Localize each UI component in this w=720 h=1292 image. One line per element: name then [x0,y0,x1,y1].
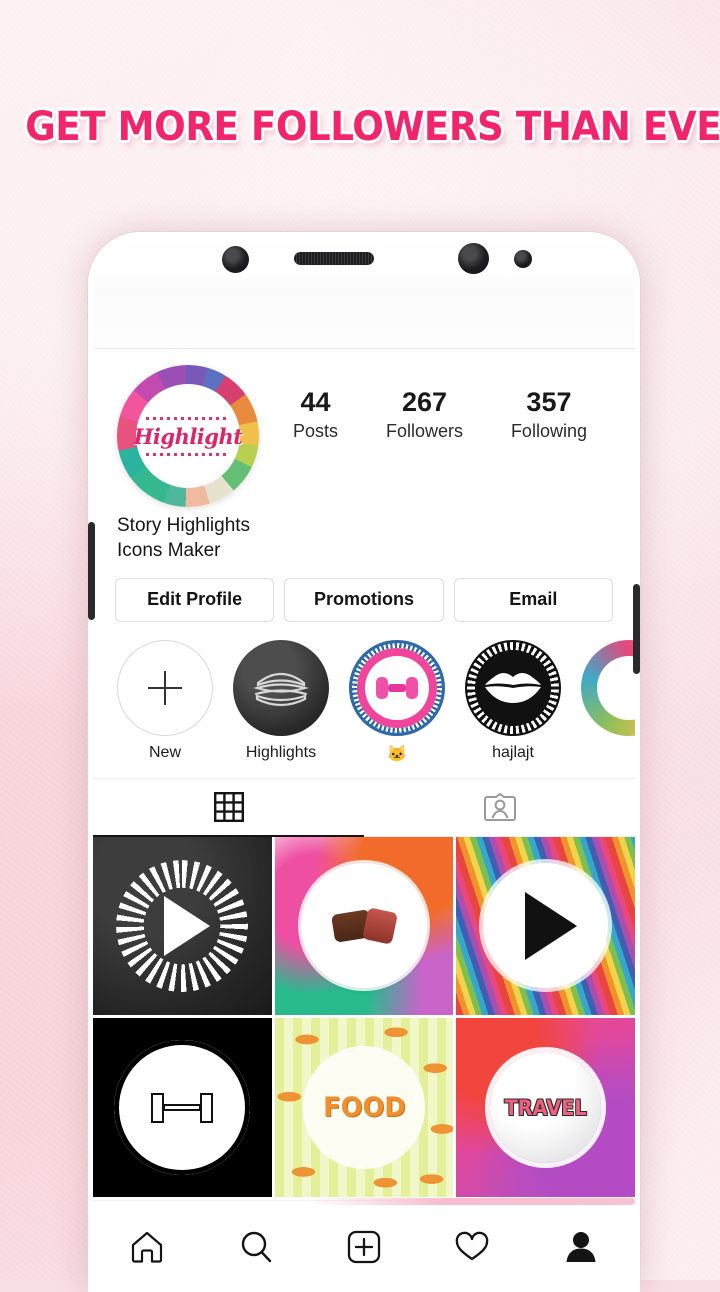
highlight-item-gym[interactable]: 🐱 [349,639,445,764]
avatar[interactable]: Highlight [117,365,259,507]
person-icon [566,1231,596,1262]
camera-icon [222,246,249,273]
highlight-label: 🐱 [387,745,407,763]
bottom-navigation [93,1198,635,1292]
phone-bezel [88,232,640,287]
food-label: FOOD [322,1092,406,1124]
profile-tabs [93,779,635,837]
tagged-icon [483,792,516,822]
grid-post-chalkboard-play[interactable] [93,836,272,1016]
search-icon [241,1231,271,1262]
avatar-inner: Highlight [133,384,243,488]
stat-following[interactable]: 357 Following [511,387,587,442]
highlight-item-highlights[interactable]: Highlights [233,639,329,764]
tab-grid[interactable] [93,779,364,837]
stat-posts[interactable]: 44 Posts [293,387,338,442]
highlight-item-new[interactable]: New [117,639,213,764]
status-bar [93,287,635,349]
email-button[interactable]: Email [453,577,613,622]
avatar-script-text: Highlight [133,423,243,449]
profile-stats: 44 Posts 267 Followers 357 Following [259,365,611,442]
grid-post-gym-dumbbell[interactable] [93,1018,272,1197]
highlight-label: Highlights [245,743,317,761]
stat-posts-number: 44 [300,387,331,417]
heart-icon [456,1231,489,1260]
proximity-sensor-icon [514,250,532,268]
lips-icon [465,639,561,736]
stat-following-label: Following [510,421,587,442]
nav-add[interactable] [310,1229,418,1265]
power-button[interactable] [633,584,640,674]
edit-profile-button[interactable]: Edit Profile [115,577,275,622]
highlight-item-hajlajt[interactable]: hajlajt [465,639,561,764]
stat-followers-number: 267 [401,387,447,417]
profile-header: Highlight 44 Posts 267 Followers 357 Fol… [93,349,635,507]
colorful-ring-icon [581,639,635,736]
bio-line-1: Story Highlights [117,515,251,536]
grid-post-travel[interactable]: TRAVEL [456,1018,635,1197]
highlight-item-extra[interactable] [581,639,635,764]
grid-post-watercolor-steak[interactable] [274,836,454,1016]
burger-sketch-icon [233,639,329,736]
plus-box-icon [347,1230,381,1263]
bio-line-2: Icons Maker [117,540,221,562]
speaker-grille-icon [294,252,374,265]
avatar-dotted-line-bottom [146,452,230,456]
story-highlights-row[interactable]: New Highlights 🐱 hajlajt [93,622,635,779]
stat-followers-label: Followers [385,421,463,442]
stat-posts-label: Posts [292,421,338,442]
grid-post-food-hotdog[interactable]: FOOD [274,1018,454,1197]
nav-search[interactable] [201,1229,309,1265]
stat-following-number: 357 [526,387,572,417]
tab-tagged[interactable] [364,779,635,836]
nav-activity[interactable] [418,1229,526,1265]
photo-grid: FOOD TRAVEL [93,836,635,1197]
promotions-button[interactable]: Promotions [284,577,444,622]
grid-icon [213,792,244,823]
travel-label: TRAVEL [504,1095,587,1120]
play-icon [524,891,577,960]
nav-home[interactable] [93,1229,201,1265]
pink-dumbbell-icon [349,639,445,736]
avatar-ring: Highlight [117,365,259,507]
avatar-dotted-line-top [146,416,230,420]
plus-icon [117,639,213,736]
grid-post-striped-play[interactable] [456,836,635,1016]
phone-mockup: Highlight 44 Posts 267 Followers 357 Fol… [88,232,640,1292]
camera-icon [458,243,489,274]
home-icon [132,1231,163,1263]
stat-followers[interactable]: 267 Followers [386,387,463,442]
profile-bio: Story Highlights Icons Maker [93,507,635,564]
volume-button[interactable] [88,522,95,620]
highlight-label: hajlajt [492,743,534,761]
play-icon [164,895,211,956]
phone-screen: Highlight 44 Posts 267 Followers 357 Fol… [93,287,635,1292]
promo-headline: GET MORE FOLLOWERS THAN EVER! [25,104,720,150]
nav-profile[interactable] [527,1229,635,1265]
steak-plate-icon [301,863,427,989]
dumbbell-icon [151,1092,214,1123]
highlight-label: New [148,743,181,761]
profile-actions: Edit Profile Promotions Email [93,564,635,622]
